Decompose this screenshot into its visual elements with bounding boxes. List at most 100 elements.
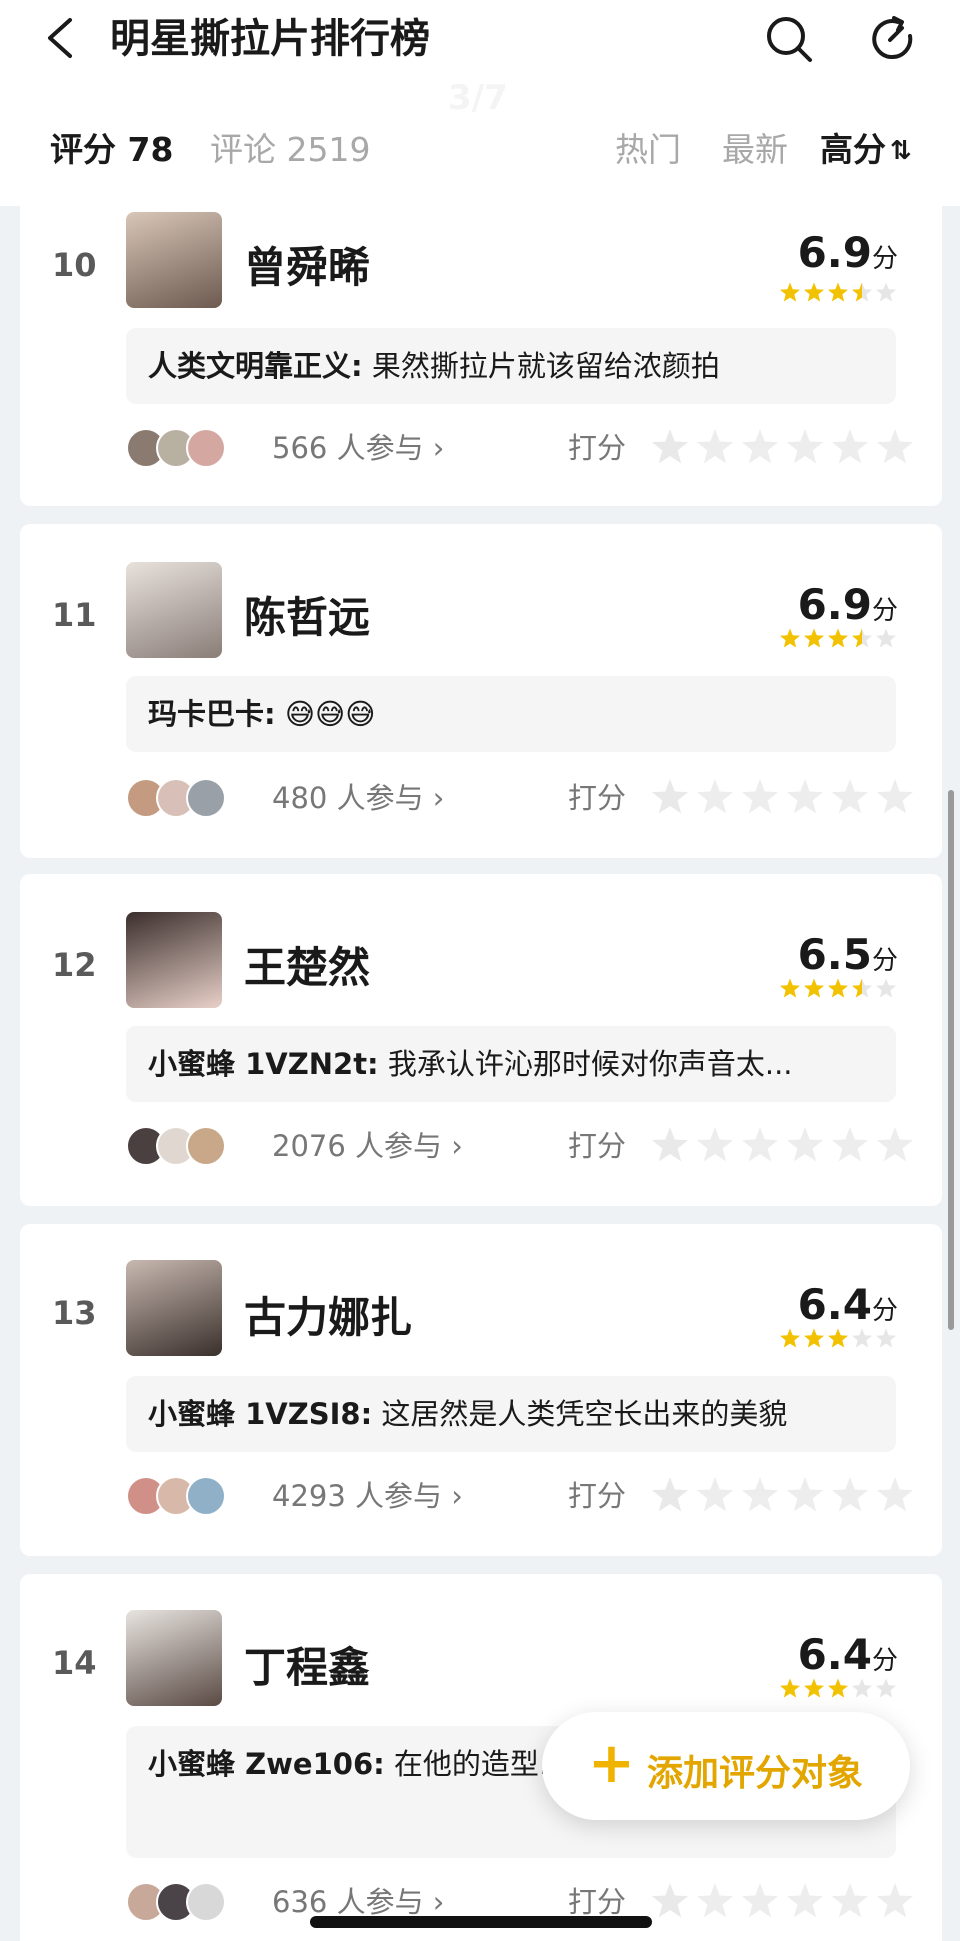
score-value: 6.9	[797, 228, 872, 277]
top-comment[interactable]: 人类文明靠正义: 果然撕拉片就该留给浓颜拍	[126, 328, 896, 404]
star-rating	[780, 1678, 896, 1698]
star-rating	[780, 1328, 896, 1348]
rate-star-icon[interactable]	[741, 779, 779, 814]
search-icon[interactable]	[764, 14, 814, 64]
comment-user: 小蜜蜂 1VZSI8:	[148, 1397, 373, 1431]
star-icon	[780, 1678, 800, 1698]
celebrity-name[interactable]: 丁程鑫	[244, 1634, 370, 1695]
ranking-card[interactable]: 12 王楚然 6.5分 小蜜蜂 1VZN2t: 我承认许沁那时候对你声音太...…	[20, 874, 942, 1206]
rate-star-icon[interactable]	[831, 429, 869, 464]
star-icon	[780, 282, 800, 302]
top-comment[interactable]: 小蜜蜂 1VZSI8: 这居然是人类凭空长出来的美貌	[126, 1376, 896, 1452]
rate-stars-input[interactable]	[648, 1124, 918, 1168]
rate-star-icon[interactable]	[876, 1127, 914, 1162]
rate-star-icon[interactable]	[831, 1477, 869, 1512]
rate-star-icon[interactable]	[786, 779, 824, 814]
score-unit: 分	[871, 596, 898, 626]
rate-star-icon[interactable]	[696, 779, 734, 814]
top-comment[interactable]: 小蜜蜂 1VZN2t: 我承认许沁那时候对你声音太...	[126, 1026, 896, 1102]
ranking-card[interactable]: 13 古力娜扎 6.4分 小蜜蜂 1VZSI8: 这居然是人类凭空长出来的美貌 …	[20, 1224, 942, 1556]
participant-avatars	[126, 1124, 236, 1168]
rate-star-icon[interactable]	[696, 429, 734, 464]
star-rating	[780, 628, 896, 648]
rate-star-icon[interactable]	[786, 429, 824, 464]
share-icon[interactable]	[868, 14, 918, 64]
rank-number: 14	[52, 1644, 97, 1682]
sort-new[interactable]: 最新	[722, 128, 788, 172]
rate-star-icon[interactable]	[651, 1477, 689, 1512]
rate-star-icon[interactable]	[741, 1477, 779, 1512]
rate-stars-input[interactable]	[648, 1880, 918, 1924]
rate-label: 打分	[568, 431, 627, 465]
rate-star-icon[interactable]	[786, 1883, 824, 1918]
card-footer: 4293 人参与 › 打分	[126, 1474, 916, 1518]
rate-star-icon[interactable]	[651, 779, 689, 814]
celebrity-name[interactable]: 王楚然	[244, 934, 370, 995]
rate-star-icon[interactable]	[876, 779, 914, 814]
comment-text: 这居然是人类凭空长出来的美貌	[372, 1397, 788, 1431]
rate-star-icon[interactable]	[696, 1477, 734, 1512]
avatar	[186, 1882, 226, 1922]
avatar[interactable]	[126, 562, 222, 658]
add-rating-target-button[interactable]: + 添加评分对象	[542, 1712, 910, 1820]
rate-stars-input[interactable]	[648, 1474, 918, 1518]
celebrity-name[interactable]: 陈哲远	[244, 584, 370, 645]
rate-star-icon[interactable]	[876, 429, 914, 464]
comment-text: 果然撕拉片就该留给浓颜拍	[362, 349, 720, 383]
participant-count-link[interactable]: 2076 人参与 ›	[272, 1124, 463, 1168]
participant-count-link[interactable]: 566 人参与 ›	[272, 426, 444, 470]
score-value: 6.9	[797, 580, 872, 629]
sort-hot[interactable]: 热门	[615, 128, 681, 172]
rate-star-icon[interactable]	[696, 1883, 734, 1918]
participant-count-link[interactable]: 480 人参与 ›	[272, 776, 444, 820]
celebrity-name[interactable]: 古力娜扎	[244, 1284, 412, 1345]
avatar[interactable]	[126, 912, 222, 1008]
star-icon	[876, 1328, 896, 1348]
rate-star-icon[interactable]	[876, 1883, 914, 1918]
star-icon	[804, 978, 824, 998]
score: 6.9分	[798, 580, 898, 629]
tab-score[interactable]: 评分 78	[50, 128, 173, 172]
avatar[interactable]	[126, 1610, 222, 1706]
back-icon[interactable]	[40, 14, 84, 62]
rate-star-icon[interactable]	[876, 1477, 914, 1512]
avatar	[186, 428, 226, 468]
star-icon	[852, 628, 872, 648]
rate-star-icon[interactable]	[786, 1477, 824, 1512]
rate-star-icon[interactable]	[741, 1127, 779, 1162]
rate-star-icon[interactable]	[741, 1883, 779, 1918]
rank-number: 10	[52, 246, 97, 284]
top-comment[interactable]: 玛卡巴卡: 😅😅😅	[126, 676, 896, 752]
comment-text: 😅😅😅	[275, 697, 376, 731]
participant-count-link[interactable]: 4293 人参与 ›	[272, 1474, 463, 1518]
avatar[interactable]	[126, 1260, 222, 1356]
rate-stars-input[interactable]	[648, 426, 918, 470]
home-indicator[interactable]	[310, 1916, 652, 1928]
tab-comments[interactable]: 评论 2519	[210, 128, 370, 172]
ranking-card[interactable]: 10 曾舜晞 6.9分 人类文明靠正义: 果然撕拉片就该留给浓颜拍 566 人参…	[20, 190, 942, 506]
comment-user: 玛卡巴卡:	[148, 697, 276, 731]
rate-star-icon[interactable]	[786, 1127, 824, 1162]
rate-stars-input[interactable]	[648, 776, 918, 820]
sort-order-icon[interactable]: ⇅	[890, 136, 912, 166]
scrollbar[interactable]	[948, 790, 954, 1330]
rate-star-icon[interactable]	[696, 1127, 734, 1162]
rank-number: 12	[52, 946, 97, 984]
rate-star-icon[interactable]	[831, 1883, 869, 1918]
rate-star-icon[interactable]	[741, 429, 779, 464]
celebrity-name[interactable]: 曾舜晞	[244, 234, 370, 295]
star-icon	[804, 1678, 824, 1698]
rate-star-icon[interactable]	[651, 1127, 689, 1162]
rate-star-icon[interactable]	[831, 779, 869, 814]
rate-star-icon[interactable]	[831, 1127, 869, 1162]
participant-avatars	[126, 1474, 236, 1518]
comment-user: 人类文明靠正义:	[148, 349, 363, 383]
rate-star-icon[interactable]	[651, 429, 689, 464]
rate-star-icon[interactable]	[651, 1883, 689, 1918]
ranking-card[interactable]: 11 陈哲远 6.9分 玛卡巴卡: 😅😅😅 480 人参与 › 打分	[20, 524, 942, 858]
star-icon	[876, 282, 896, 302]
sort-high[interactable]: 高分	[820, 128, 886, 172]
avatar[interactable]	[126, 212, 222, 308]
star-icon	[852, 282, 872, 302]
card-footer: 2076 人参与 › 打分	[126, 1124, 916, 1168]
